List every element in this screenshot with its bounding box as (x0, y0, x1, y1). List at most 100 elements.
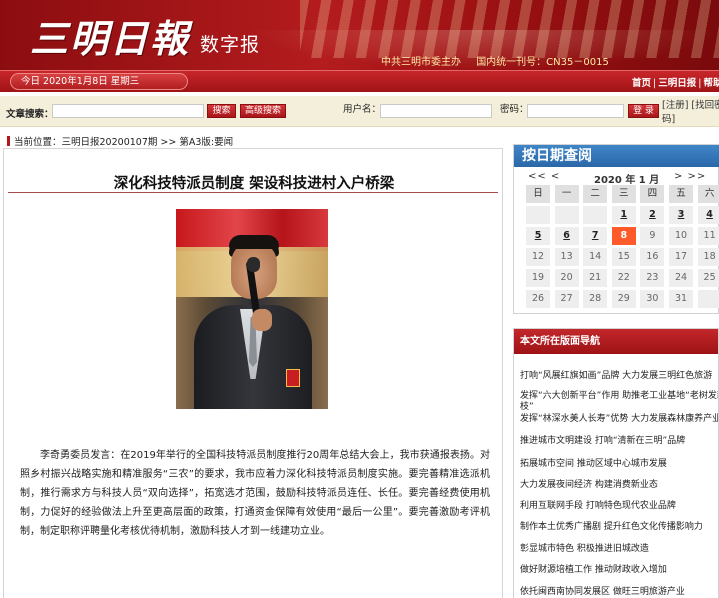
register-links[interactable]: [注册] [找回密码] (662, 99, 719, 127)
calendar-day: 16 (640, 248, 665, 266)
calendar-empty-cell (526, 206, 550, 224)
article-panel: 深化科技特派员制度 架设科技进村入户桥梁 李奇勇委员发言：在2019年举行的全国… (3, 148, 503, 598)
calendar-weekday: 一 (554, 185, 579, 203)
article-photo[interactable] (176, 209, 328, 409)
page-nav-item[interactable]: 大力发展夜间经济 构建消费新业态 (520, 480, 718, 491)
breadcrumb: 当前位置：三明日报20200107期 >> 第A3版:要闻 (7, 134, 233, 148)
page-nav-item[interactable]: 做好财源培植工作 推动财政收入增加 (520, 565, 718, 576)
top-nav-links: 首页 | 三明日报 | 帮助 (632, 75, 719, 89)
breadcrumb-label: 当前位置： (14, 137, 62, 148)
calendar-next-button[interactable]: > >> (674, 171, 706, 182)
page-nav-item[interactable]: 依托闽西南协同发展区 做旺三明旅游产业 (520, 587, 718, 598)
username-label: 用户名： (343, 104, 382, 115)
calendar-prev-button[interactable]: << < (528, 171, 560, 182)
calendar-week-row: 12 13 14 15 16 17 18 (526, 248, 719, 268)
calendar-day: 25 (697, 269, 719, 287)
search-button[interactable]: 搜索 (207, 104, 236, 118)
issn-text: 国内统一刊号：CN35－0015 (476, 57, 609, 68)
breadcrumb-page-link[interactable]: 第A3版:要闻 (179, 137, 233, 148)
calendar-day: 9 (640, 227, 665, 245)
delegate-badge-icon (286, 369, 300, 387)
calendar-week-row: 5 6 7 8 9 10 11 (526, 227, 719, 247)
calendar-day[interactable]: 5 (526, 227, 550, 245)
search-login-bar: 文章搜索： 搜索 高级搜索 用户名： 密码： 登 录 [注册] [找回密码] (0, 96, 719, 127)
article-title: 深化科技特派员制度 架设科技进村入户桥梁 (113, 176, 395, 192)
calendar-weekday: 六 (697, 185, 719, 203)
today-date: 今日 2020年1月8日 星期三 (10, 73, 188, 90)
photo-speaker-hairline (229, 235, 279, 249)
advanced-search-button[interactable]: 高级搜索 (240, 104, 286, 118)
breadcrumb-marker (7, 136, 10, 146)
site-logo[interactable]: 三明日報 (30, 8, 190, 63)
calendar-weekday: 三 (611, 185, 636, 203)
page-nav-title: 本文所在版面导航 (514, 329, 718, 354)
calendar-day: 19 (526, 269, 550, 287)
nav-separator: | (698, 78, 702, 89)
calendar-day[interactable]: 2 (640, 206, 665, 224)
login-button[interactable]: 登 录 (628, 104, 659, 118)
calendar-day[interactable]: 6 (554, 227, 579, 245)
microphone-head-icon (247, 257, 260, 272)
calendar-day: 11 (697, 227, 719, 245)
page-nav-item[interactable]: 拓展城市空间 推动区域中心城市发展 (520, 459, 718, 470)
calendar-day: 31 (669, 290, 693, 308)
calendar-day: 23 (640, 269, 665, 287)
page-nav-item[interactable]: 打响“风展红旗如画”品牌 大力发展三明红色旅游 (520, 371, 718, 382)
calendar-weekday-row: 日一二三四五六 (526, 185, 719, 205)
calendar-weekday: 日 (526, 185, 550, 203)
calendar-day: 15 (611, 248, 636, 266)
calendar-week-row: 19 20 21 22 23 24 25 (526, 269, 719, 289)
username-input[interactable] (380, 104, 492, 118)
calendar-day: 18 (697, 248, 719, 266)
page-nav-item[interactable]: 彰显城市特色 积极推进旧城改造 (520, 544, 718, 555)
calendar-day: 24 (669, 269, 693, 287)
site-banner: 三明日報 数字报 中共三明市委主办 国内统一刊号：CN35－0015 (0, 0, 719, 74)
calendar-empty-cell (583, 206, 608, 224)
page-nav-panel: 本文所在版面导航 打响“风展红旗如画”品牌 大力发展三明红色旅游发挥“六大创新平… (513, 328, 719, 598)
page-nav-item[interactable]: 发挥“六大创新平台”作用 助推老工业基地“老树发新枝” (520, 391, 718, 413)
page-nav-item[interactable]: 推进城市文明建设 打响“清新在三明”品牌 (520, 436, 718, 447)
calendar-day: 27 (554, 290, 579, 308)
nav-link-home[interactable]: 首页 (632, 78, 651, 89)
calendar-title: 按日期查阅 (514, 145, 719, 167)
nav-separator: | (653, 78, 657, 89)
calendar-day: 22 (611, 269, 636, 287)
calendar-empty-cell (697, 290, 719, 308)
calendar-day: 13 (554, 248, 579, 266)
nav-link-help[interactable]: 帮助 (703, 78, 719, 89)
calendar-month: 2020 年 1 月 (594, 175, 660, 186)
calendar-day: 10 (669, 227, 693, 245)
calendar-day: 17 (669, 248, 693, 266)
calendar-weekday: 五 (669, 185, 693, 203)
calendar-panel: 按日期查阅 << < 2020 年 1 月 > >> 日一二三四五六123456… (513, 144, 719, 314)
calendar-week-row: 26 27 28 29 30 31 (526, 290, 719, 310)
calendar-day: 20 (554, 269, 579, 287)
calendar-day-today[interactable]: 8 (611, 227, 636, 245)
article-search-label: 文章搜索： (6, 109, 54, 120)
calendar-day[interactable]: 1 (611, 206, 636, 224)
calendar-week-row: 1234 (526, 206, 719, 226)
calendar-day: 29 (611, 290, 636, 308)
calendar-day[interactable]: 4 (697, 206, 719, 224)
breadcrumb-issue-link[interactable]: 三明日报20200107期 (62, 137, 158, 148)
nav-link-sanming-daily[interactable]: 三明日报 (658, 78, 696, 89)
password-input[interactable] (527, 104, 624, 118)
calendar-day: 14 (583, 248, 608, 266)
page-nav-item[interactable]: 制作本土优秀广播剧 提升红色文化传播影响力 (520, 522, 718, 533)
calendar-weekday: 四 (640, 185, 665, 203)
article-search-input[interactable] (52, 104, 204, 118)
date-bar: 今日 2020年1月8日 星期三 首页 | 三明日报 | 帮助 (0, 70, 719, 92)
calendar-day: 21 (583, 269, 608, 287)
calendar-day: 12 (526, 248, 550, 266)
title-divider (8, 192, 498, 193)
password-label: 密码： (500, 104, 529, 115)
calendar-nav: << < 2020 年 1 月 > >> (528, 171, 718, 186)
calendar-day: 30 (640, 290, 665, 308)
calendar-day: 26 (526, 290, 550, 308)
calendar-day[interactable]: 7 (583, 227, 608, 245)
page-nav-item[interactable]: 发挥“林深水美人长寿”优势 大力发展森林康养产业 (520, 414, 718, 425)
page-nav-item[interactable]: 利用互联网手段 打响特色现代农业品牌 (520, 501, 718, 512)
calendar-day[interactable]: 3 (669, 206, 693, 224)
calendar-weekday: 二 (583, 185, 608, 203)
calendar-empty-cell (554, 206, 579, 224)
